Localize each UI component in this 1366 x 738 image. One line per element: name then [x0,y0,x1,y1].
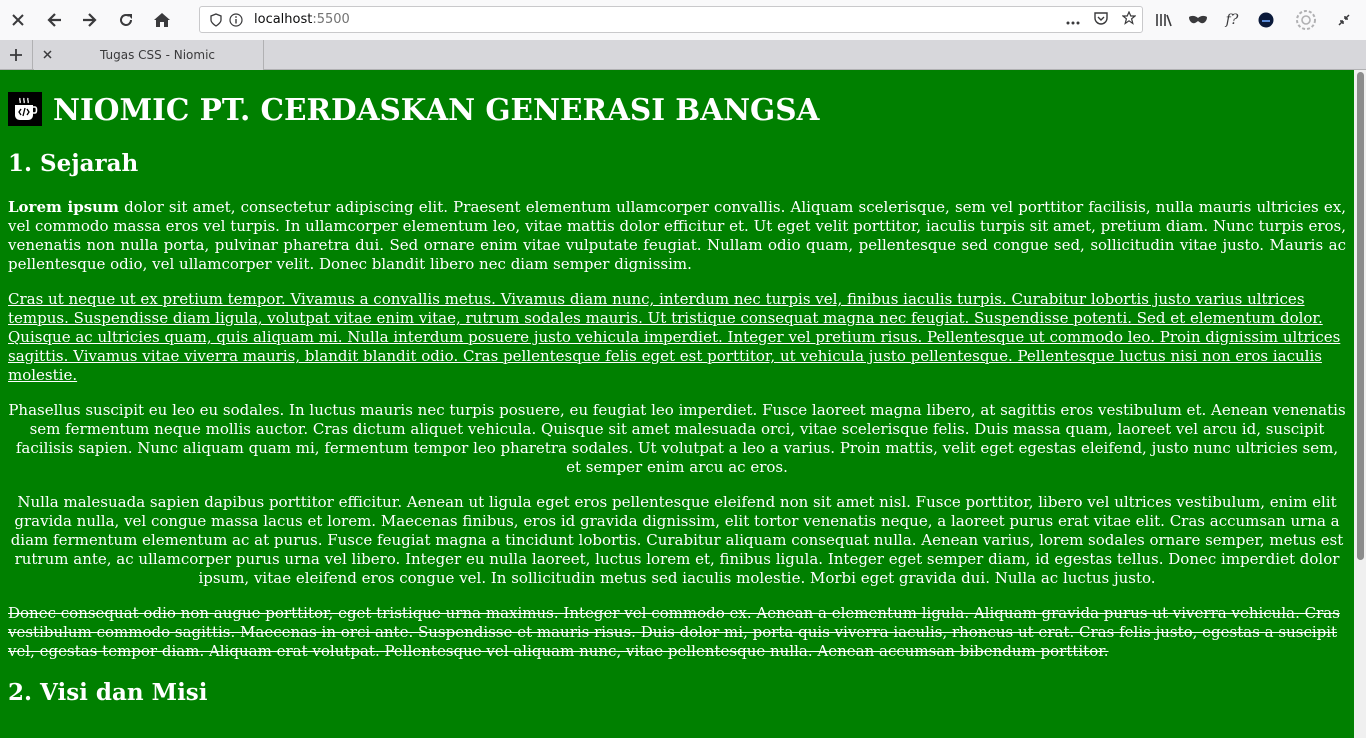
home-button[interactable] [144,0,180,40]
pocket-icon[interactable] [1094,10,1108,29]
shield-icon[interactable] [206,7,226,32]
reload-button[interactable] [108,0,144,40]
url-host: localhost [254,12,313,27]
tab-tugas-css[interactable]: Tugas CSS - Niomic [34,40,264,70]
paragraph-4-centered: Nulla malesuada sapien dapibus porttitor… [10,493,1344,587]
info-icon[interactable] [226,7,246,32]
settings-gear-icon[interactable] [1294,0,1318,40]
section-heading-sejarah: 1. Sejarah [8,150,139,177]
tab-title: Tugas CSS - Niomic [100,48,215,62]
library-icon[interactable] [1152,0,1176,40]
paragraph-3-centered: Phasellus suscipit eu leo eu sodales. In… [8,401,1346,476]
browser-toolbar: localhost:5500 f? [0,0,1366,40]
forward-button[interactable] [72,0,108,40]
page-title: NIOMIC PT. CERDASKAN GENERASI BANGSA [8,90,1346,128]
fx-extension-icon[interactable]: f? [1220,0,1244,40]
close-window-icon[interactable] [0,0,36,40]
paragraph-1: Lorem ipsum dolor sit amet, consectetur … [8,198,1346,274]
vertical-scrollbar[interactable] [1354,70,1366,738]
restore-window-icon[interactable] [1332,0,1356,40]
url-text[interactable]: localhost:5500 [254,12,350,27]
url-port: :5500 [312,12,350,27]
code-cup-logo-icon [8,92,42,126]
new-tab-button[interactable] [0,40,33,70]
page-title-text: NIOMIC PT. CERDASKAN GENERASI BANGSA [53,91,820,127]
tab-bar: Tugas CSS - Niomic [0,40,1366,70]
address-bar[interactable]: localhost:5500 [199,6,1143,33]
page-actions-icon[interactable] [1066,10,1080,29]
paragraph-1-text: dolor sit amet, consectetur adipiscing e… [8,198,1346,273]
paragraph-1-bold: Lorem ipsum [8,198,119,216]
tab-close-icon[interactable] [34,48,60,63]
private-mask-icon[interactable] [1186,0,1210,40]
page-content: NIOMIC PT. CERDASKAN GENERASI BANGSA 1. … [8,90,1346,707]
scrollbar-thumb[interactable] [1357,72,1364,560]
extension-avatar-icon[interactable] [1254,0,1278,40]
paragraph-2-underlined: Cras ut neque ut ex pretium tempor. Viva… [8,290,1341,384]
paragraph-5-strikethrough: Donec consequat odio non augue porttitor… [8,604,1340,660]
bookmark-star-icon[interactable] [1121,10,1137,29]
back-button[interactable] [36,0,72,40]
section-heading-visi-misi: 2. Visi dan Misi [8,679,208,706]
page-viewport: NIOMIC PT. CERDASKAN GENERASI BANGSA 1. … [0,70,1366,738]
